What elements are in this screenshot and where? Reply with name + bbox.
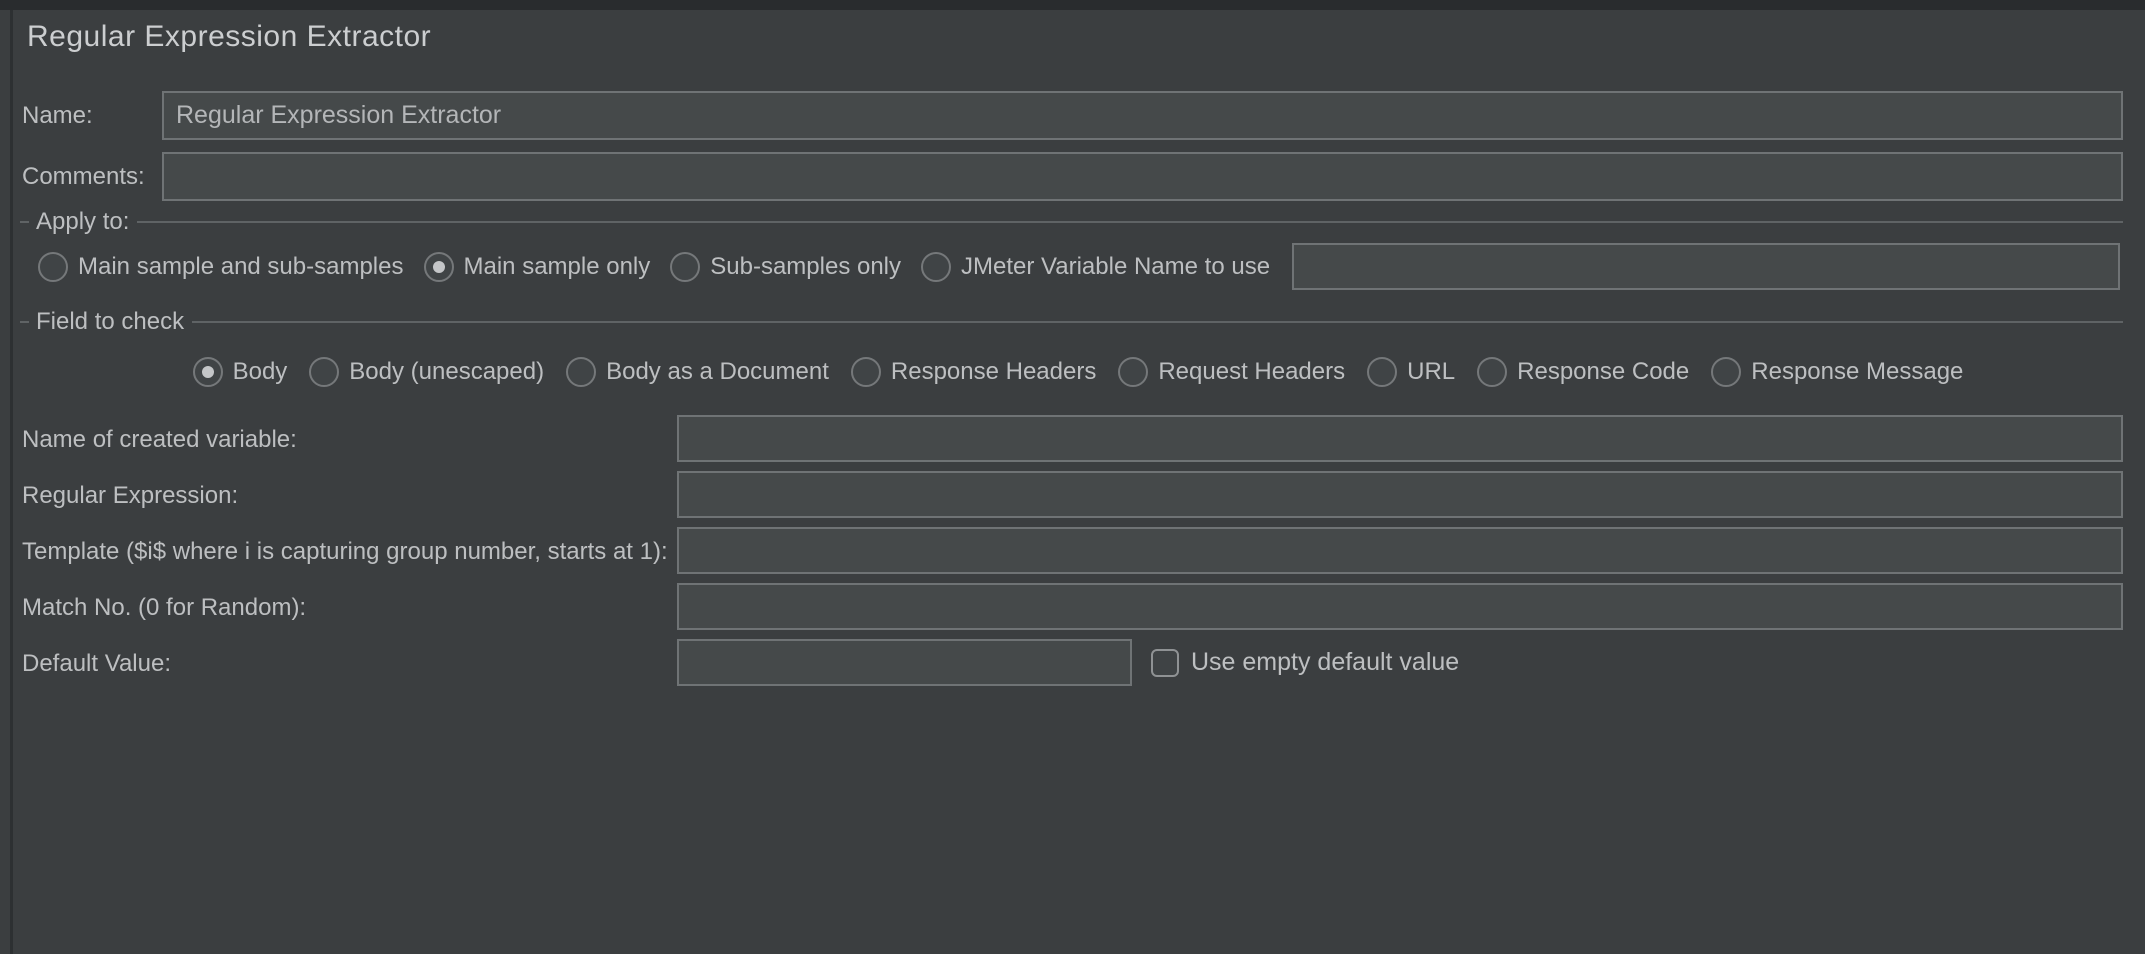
radio-icon [1118, 357, 1148, 387]
radio-icon [309, 357, 339, 387]
radio-main-sample-only[interactable]: Main sample only [424, 252, 651, 282]
radio-icon [566, 357, 596, 387]
radio-label: Main sample and sub-samples [78, 253, 404, 281]
radio-label: Response Message [1751, 358, 1963, 386]
name-label: Name: [22, 102, 93, 130]
use-empty-default-checkbox[interactable]: Use empty default value [1151, 648, 1459, 677]
radio-response-message[interactable]: Response Message [1711, 357, 1963, 387]
radio-icon [424, 252, 454, 282]
radio-url[interactable]: URL [1367, 357, 1455, 387]
page-title: Regular Expression Extractor [27, 20, 431, 54]
match-no-label: Match No. (0 for Random): [22, 594, 306, 622]
checkbox-label: Use empty default value [1191, 648, 1459, 677]
radio-icon [1711, 357, 1741, 387]
comments-input[interactable] [162, 152, 2123, 201]
checkbox-icon [1151, 649, 1179, 677]
regular-expression-label: Regular Expression: [22, 482, 238, 510]
jmeter-variable-name-input[interactable] [1292, 243, 2120, 290]
radio-jmeter-variable-name[interactable]: JMeter Variable Name to use [921, 252, 1270, 282]
radio-label: Body [233, 358, 288, 386]
radio-icon [1367, 357, 1397, 387]
apply-to-radio-row: Main sample and sub-samples Main sample … [38, 243, 1270, 291]
splitpane-divider[interactable] [10, 10, 13, 954]
radio-label: JMeter Variable Name to use [961, 253, 1270, 281]
radio-label: Request Headers [1158, 358, 1345, 386]
radio-main-sample-and-sub-samples[interactable]: Main sample and sub-samples [38, 252, 404, 282]
name-input[interactable] [162, 91, 2123, 140]
field-to-check-legend: Field to check [36, 308, 184, 336]
window-top-border [0, 0, 2145, 10]
radio-icon [851, 357, 881, 387]
radio-label: Sub-samples only [710, 253, 901, 281]
radio-icon [1477, 357, 1507, 387]
radio-body-unescaped[interactable]: Body (unescaped) [309, 357, 544, 387]
radio-icon [670, 252, 700, 282]
radio-sub-samples-only[interactable]: Sub-samples only [670, 252, 901, 282]
radio-label: Response Code [1517, 358, 1689, 386]
default-value-label: Default Value: [22, 650, 171, 678]
group-border-dash [20, 321, 29, 323]
match-no-input[interactable] [677, 583, 2123, 630]
field-to-check-group-header: Field to check [20, 309, 2123, 335]
group-border-line [192, 321, 2123, 323]
radio-response-headers[interactable]: Response Headers [851, 357, 1096, 387]
radio-label: Main sample only [464, 253, 651, 281]
radio-body[interactable]: Body [193, 357, 288, 387]
radio-request-headers[interactable]: Request Headers [1118, 357, 1345, 387]
created-variable-label: Name of created variable: [22, 426, 297, 454]
field-to-check-radio-row: Body Body (unescaped) Body as a Document… [13, 348, 2143, 396]
radio-body-as-document[interactable]: Body as a Document [566, 357, 829, 387]
regular-expression-input[interactable] [677, 471, 2123, 518]
default-value-input[interactable] [677, 639, 1132, 686]
apply-to-group-header: Apply to: [20, 209, 2123, 235]
radio-icon [921, 252, 951, 282]
created-variable-input[interactable] [677, 415, 2123, 462]
radio-label: URL [1407, 358, 1455, 386]
group-border-line [137, 221, 2123, 223]
radio-label: Response Headers [891, 358, 1096, 386]
group-border-dash [20, 221, 29, 223]
radio-icon [38, 252, 68, 282]
apply-to-legend: Apply to: [36, 208, 129, 236]
template-input[interactable] [677, 527, 2123, 574]
template-label: Template ($i$ where i is capturing group… [22, 538, 668, 566]
radio-response-code[interactable]: Response Code [1477, 357, 1689, 387]
radio-icon [193, 357, 223, 387]
comments-label: Comments: [22, 163, 145, 191]
radio-label: Body as a Document [606, 358, 829, 386]
radio-label: Body (unescaped) [349, 358, 544, 386]
